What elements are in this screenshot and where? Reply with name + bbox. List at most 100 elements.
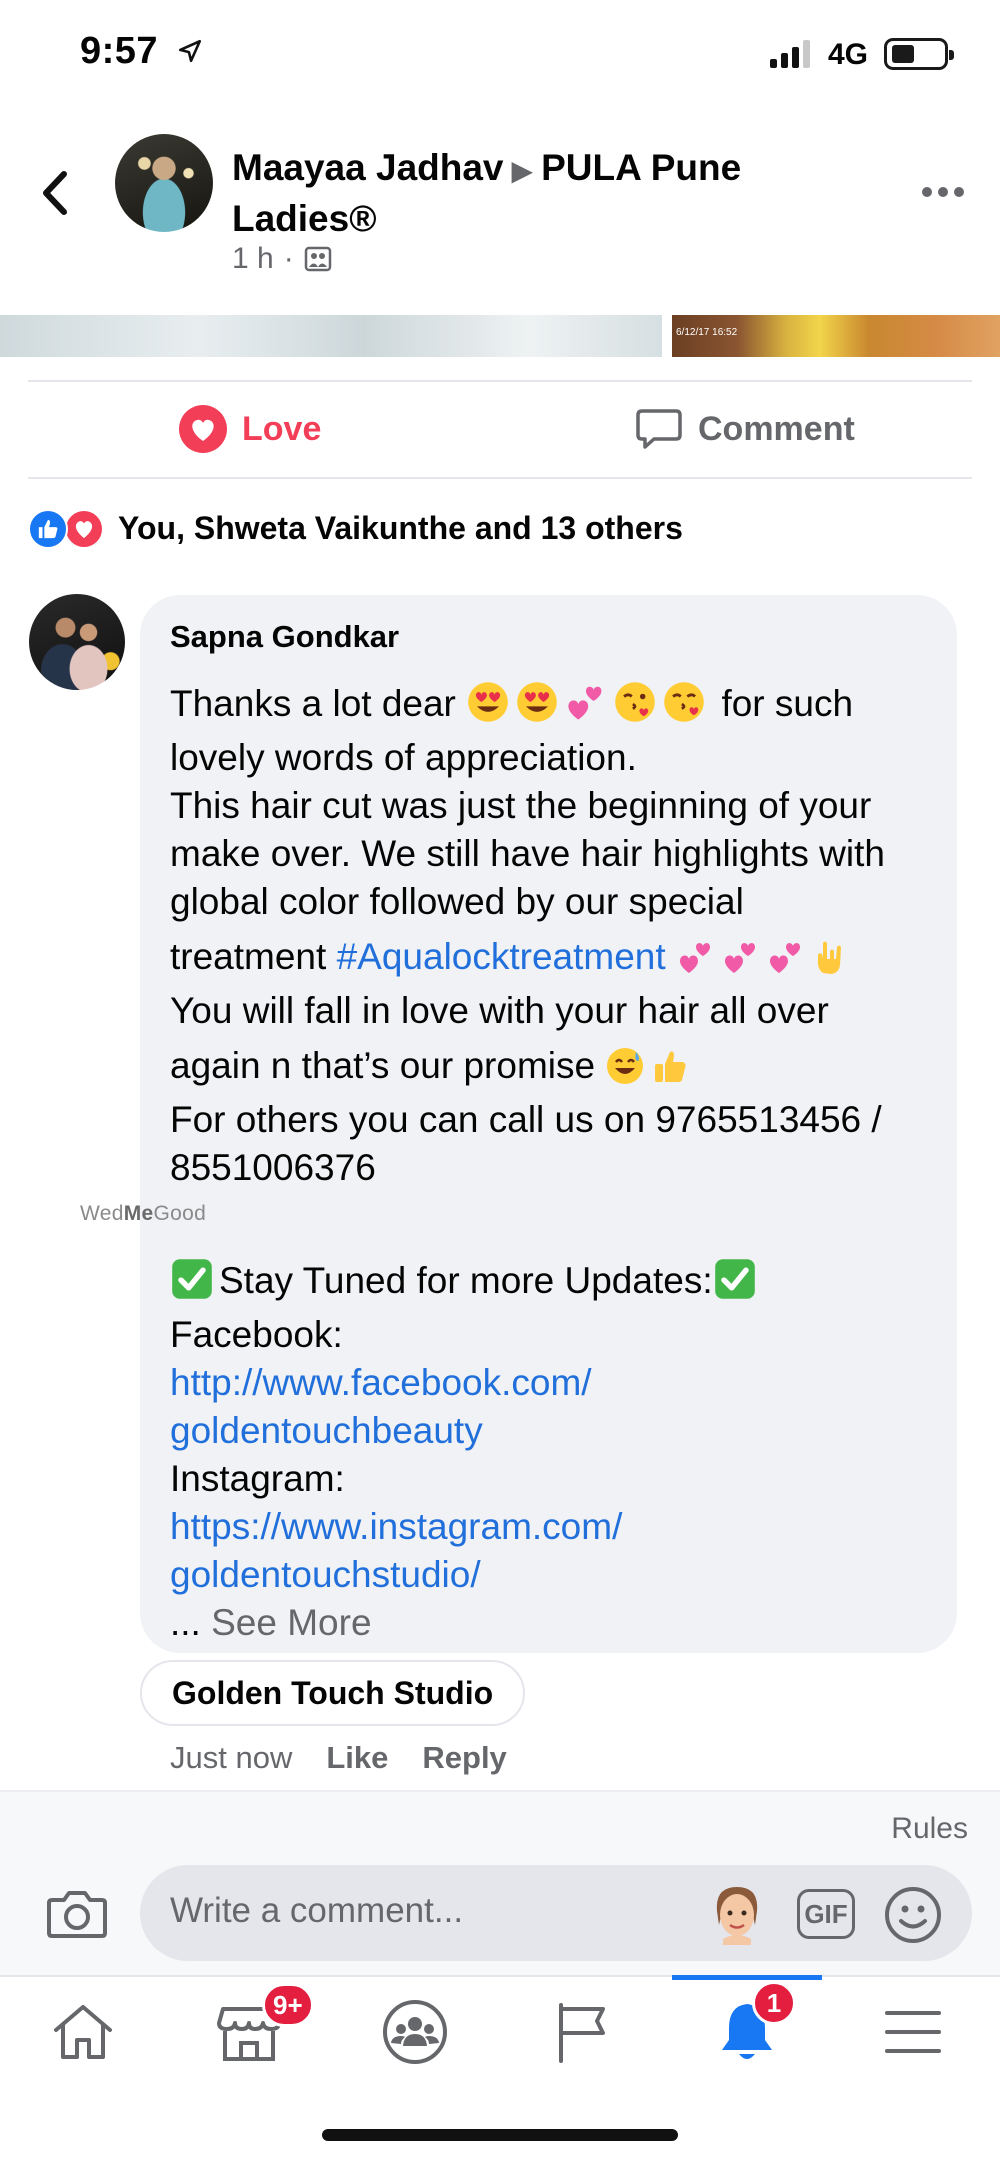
rules-link[interactable]: Rules xyxy=(891,1812,968,1846)
see-more-link[interactable]: See More xyxy=(211,1602,371,1643)
facebook-link[interactable]: http://www.facebook.com/ xyxy=(170,1359,927,1407)
see-more-line: ... See More xyxy=(170,1599,927,1647)
comment-text: again n that’s our promise xyxy=(170,1045,596,1086)
marketplace-badge: 9+ xyxy=(262,1983,314,2027)
love-reaction-icon xyxy=(64,509,104,549)
hashtag-link[interactable]: #Aqualocktreatment xyxy=(337,936,666,977)
reply-author: Golden Touch Studio xyxy=(172,1674,494,1711)
two-hearts-emoji-icon xyxy=(724,943,755,973)
home-icon xyxy=(54,2005,112,2059)
meta-dot: · xyxy=(283,242,294,275)
love-you-gesture-emoji-icon xyxy=(817,941,841,974)
instagram-link[interactable]: https://www.instagram.com/ xyxy=(170,1503,927,1551)
comment-line: Facebook: xyxy=(170,1314,343,1355)
instagram-link[interactable]: goldentouchstudio/ xyxy=(170,1551,927,1599)
comment-line: again n that’s our promise xyxy=(170,1035,927,1096)
reactions-summary[interactable]: You, Shweta Vaikunthe and 13 others xyxy=(28,503,683,553)
tab-menu[interactable] xyxy=(830,1977,996,2087)
more-dot xyxy=(938,187,948,197)
two-hearts-emoji-icon xyxy=(769,943,800,973)
emoji-picker-icon[interactable] xyxy=(884,1886,942,1944)
comment-line: Thanks a lot dear for such xyxy=(170,673,927,734)
post-photo-left[interactable] xyxy=(0,315,662,357)
reactions-text: You, Shweta Vaikunthe and 13 others xyxy=(118,509,683,546)
more-options-button[interactable] xyxy=(916,172,970,212)
reaction-icons xyxy=(28,506,112,550)
grinning-sweat-emoji-icon xyxy=(607,1048,644,1084)
avatar-sticker-icon[interactable] xyxy=(709,1881,765,1945)
reply-comment-button[interactable]: Reply xyxy=(422,1740,506,1776)
comment-time: Just now xyxy=(170,1740,293,1775)
comment-text: for such xyxy=(711,683,854,724)
like-reaction-icon xyxy=(28,509,68,549)
post-header: Maayaa Jadhav ▶ PULA Pune Ladies® 1 h · xyxy=(0,110,1000,315)
see-more-prefix: ... xyxy=(170,1602,212,1643)
love-button[interactable]: Love xyxy=(178,404,321,454)
location-arrow-icon xyxy=(177,31,203,74)
comment-line: make over. We still have hair highlights… xyxy=(170,833,885,874)
comment-line: You will fall in love with your hair all… xyxy=(170,990,829,1031)
tab-pages[interactable] xyxy=(498,1977,664,2087)
post-author-name[interactable]: Maayaa Jadhav xyxy=(232,147,504,188)
comment-icon xyxy=(636,409,682,449)
watermark-part: Good xyxy=(153,1202,207,1225)
reply-preview[interactable]: Golden Touch Studio xyxy=(140,1660,526,1726)
home-indicator xyxy=(322,2129,678,2141)
watermark-part: Me xyxy=(123,1202,154,1225)
comment-input-placeholder: Write a comment... xyxy=(170,1891,464,1930)
battery-icon xyxy=(884,38,954,70)
watermark: WedMeGood xyxy=(80,1202,206,1226)
two-hearts-emoji-icon xyxy=(568,686,602,720)
comment-body: Thanks a lot dear for such lovely words … xyxy=(170,673,927,1647)
camera-icon[interactable] xyxy=(46,1888,108,1940)
heart-eyes-emoji-icon xyxy=(517,682,557,722)
two-hearts-emoji-icon xyxy=(679,943,710,973)
tab-home[interactable] xyxy=(0,1977,166,2087)
comment-author[interactable]: Sapna Gondkar xyxy=(170,619,927,655)
cellular-signal-icon xyxy=(770,40,810,68)
comment-line: treatment #Aqualocktreatment xyxy=(170,926,927,987)
tab-notifications[interactable]: 1 xyxy=(664,1975,830,2087)
group-members-icon xyxy=(304,246,331,272)
comment-line: 8551006376 xyxy=(170,1147,376,1188)
kissing-heart-emoji-icon xyxy=(664,682,704,722)
flag-icon xyxy=(559,2003,605,2063)
comment-button[interactable]: Comment xyxy=(636,404,855,454)
comment-line: This hair cut was just the beginning of … xyxy=(170,785,872,826)
more-dot xyxy=(922,187,932,197)
comment-label: Comment xyxy=(698,409,855,448)
commenter-avatar[interactable] xyxy=(29,594,125,690)
group-arrow-icon: ▶ xyxy=(511,155,534,186)
check-mark-button-emoji-icon xyxy=(172,1259,212,1299)
comment-line: For others you can call us on 9765513456… xyxy=(170,1099,882,1140)
thumbs-up-emoji-icon xyxy=(655,1051,687,1082)
facebook-link[interactable]: goldentouchbeauty xyxy=(170,1407,927,1455)
post-photos-strip[interactable]: 6/12/17 16:52 xyxy=(0,315,1000,357)
author-avatar[interactable] xyxy=(115,134,213,232)
menu-icon xyxy=(885,2011,941,2053)
like-comment-button[interactable]: Like xyxy=(326,1740,388,1776)
comment-meta: Just now Like Reply xyxy=(170,1740,507,1776)
tab-groups[interactable] xyxy=(332,1977,498,2087)
more-dot xyxy=(954,187,964,197)
gif-button[interactable]: GIF xyxy=(797,1889,855,1939)
love-reaction-icon xyxy=(179,405,227,453)
chevron-left-icon xyxy=(43,171,67,215)
post-time: 1 h xyxy=(232,242,274,275)
comment-bubble: Sapna Gondkar Thanks a lot dear for such… xyxy=(140,595,957,1653)
comment-line: Instagram: xyxy=(170,1458,345,1499)
photo-timestamp: 6/12/17 16:52 xyxy=(676,327,738,338)
divider xyxy=(28,477,972,479)
comment-line: global color followed by our special xyxy=(170,881,744,922)
status-time: 9:57 xyxy=(80,30,203,74)
comment-composer: Rules Write a comment... GIF xyxy=(0,1790,1000,1975)
comment-text: Stay Tuned for more Updates: xyxy=(219,1260,713,1301)
tab-marketplace[interactable]: 9+ xyxy=(166,1977,332,2087)
comment-text: Thanks a lot dear xyxy=(170,683,456,724)
network-type: 4G xyxy=(828,38,869,71)
status-time-text: 9:57 xyxy=(80,30,159,72)
watermark-part: Wed xyxy=(80,1202,124,1225)
back-button[interactable] xyxy=(30,158,80,228)
comment-line: lovely words of appreciation. xyxy=(170,737,637,778)
post-action-row: Love Comment xyxy=(0,382,1000,477)
